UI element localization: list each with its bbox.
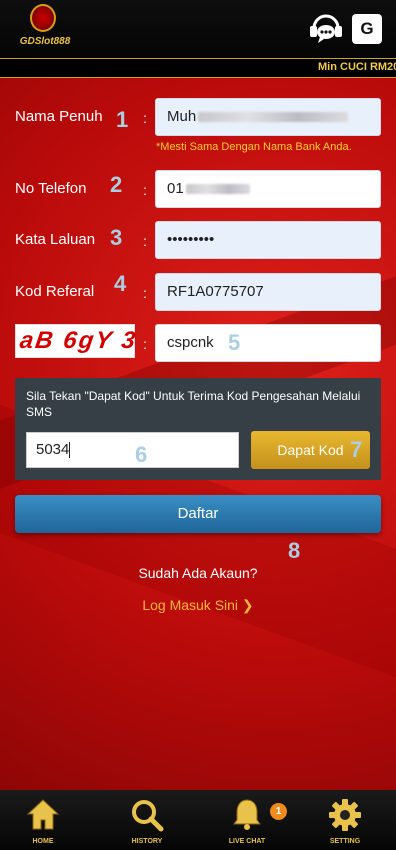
sms-instruction: Sila Tekan "Dapat Kod" Untuk Terima Kod … bbox=[26, 389, 361, 419]
nav-home-label: HOME bbox=[32, 838, 54, 845]
nav-live-chat[interactable]: LIVE CHAT bbox=[212, 790, 282, 850]
home-icon bbox=[26, 799, 60, 830]
captcha-image-text: aB 6gY 3 bbox=[18, 327, 139, 354]
search-icon bbox=[132, 800, 164, 832]
step-number-4: 4 bbox=[114, 271, 127, 296]
bottom-navigation: HOME HISTORY LIVE CHAT SETTING bbox=[0, 790, 396, 850]
text-caret bbox=[69, 442, 71, 459]
nav-history[interactable]: HISTORY bbox=[112, 790, 182, 850]
phone-label: No Telefon bbox=[15, 180, 87, 197]
full-name-input[interactable]: Muh bbox=[155, 98, 381, 136]
colon-separator: : bbox=[143, 336, 147, 352]
full-name-label: Nama Penuh bbox=[15, 108, 103, 125]
step-number-8: 8 bbox=[288, 538, 301, 563]
nav-setting-label: SETTING bbox=[329, 838, 361, 845]
login-link[interactable]: Log Masuk Sini ❯ bbox=[0, 597, 396, 614]
nav-history-label: HISTORY bbox=[131, 838, 163, 845]
colon-separator: : bbox=[143, 233, 147, 249]
get-code-label: Dapat Kod bbox=[277, 442, 344, 458]
referral-label: Kod Referal bbox=[15, 283, 95, 300]
verification-code-input[interactable]: 5034 bbox=[26, 432, 239, 468]
nav-setting[interactable]: SETTING bbox=[310, 790, 380, 850]
captcha-input[interactable]: cspcnk bbox=[155, 324, 381, 362]
referral-input[interactable]: RF1A0775707 bbox=[155, 273, 381, 311]
phone-input[interactable]: 01 bbox=[155, 170, 381, 208]
step-number-6: 6 bbox=[135, 442, 148, 467]
have-account-text: Sudah Ada Akaun? bbox=[138, 565, 258, 581]
redacted-text bbox=[185, 184, 250, 195]
step-number-1: 1 bbox=[116, 107, 129, 132]
colon-separator: : bbox=[143, 110, 147, 126]
captcha-image[interactable]: aB 6gY 3 bbox=[15, 324, 139, 358]
step-number-5: 5 bbox=[228, 330, 241, 355]
register-button[interactable]: Daftar bbox=[15, 495, 381, 533]
step-number-2: 2 bbox=[110, 172, 123, 197]
step-number-7: 7 bbox=[350, 437, 363, 462]
redacted-text bbox=[198, 112, 349, 123]
phone-value: 01 bbox=[167, 180, 184, 197]
gear-icon bbox=[329, 799, 361, 831]
nav-live-chat-label: LIVE CHAT bbox=[228, 838, 266, 845]
nav-home[interactable]: HOME bbox=[8, 790, 78, 850]
password-input[interactable]: ••••••••• bbox=[155, 221, 381, 259]
colon-separator: : bbox=[143, 182, 147, 198]
ticker-text: Min CUCI RM20 bbox=[318, 61, 396, 73]
translate-icon[interactable]: G bbox=[352, 14, 382, 44]
logo-text: GDSlot888 bbox=[19, 36, 71, 47]
announcement-ticker: Min CUCI RM20 bbox=[0, 58, 396, 78]
password-label: Kata Laluan bbox=[15, 231, 96, 248]
customer-support-icon[interactable] bbox=[306, 10, 346, 48]
brand-logo[interactable]: GDSlot888 bbox=[12, 4, 78, 54]
full-name-hint: *Mesti Sama Dengan Nama Bank Anda. bbox=[156, 141, 352, 153]
captcha-value: cspcnk bbox=[167, 334, 214, 351]
verification-code-value: 5034 bbox=[36, 441, 70, 458]
full-name-value: Muh bbox=[167, 108, 197, 125]
top-bar: GDSlot888 G bbox=[0, 0, 396, 58]
bell-icon bbox=[233, 799, 261, 830]
sms-verification-panel: Sila Tekan "Dapat Kod" Untuk Terima Kod … bbox=[15, 378, 381, 480]
notification-badge: 1 bbox=[270, 803, 287, 820]
logo-emblem-icon bbox=[30, 4, 56, 32]
colon-separator: : bbox=[143, 285, 147, 301]
step-number-3: 3 bbox=[110, 225, 123, 250]
